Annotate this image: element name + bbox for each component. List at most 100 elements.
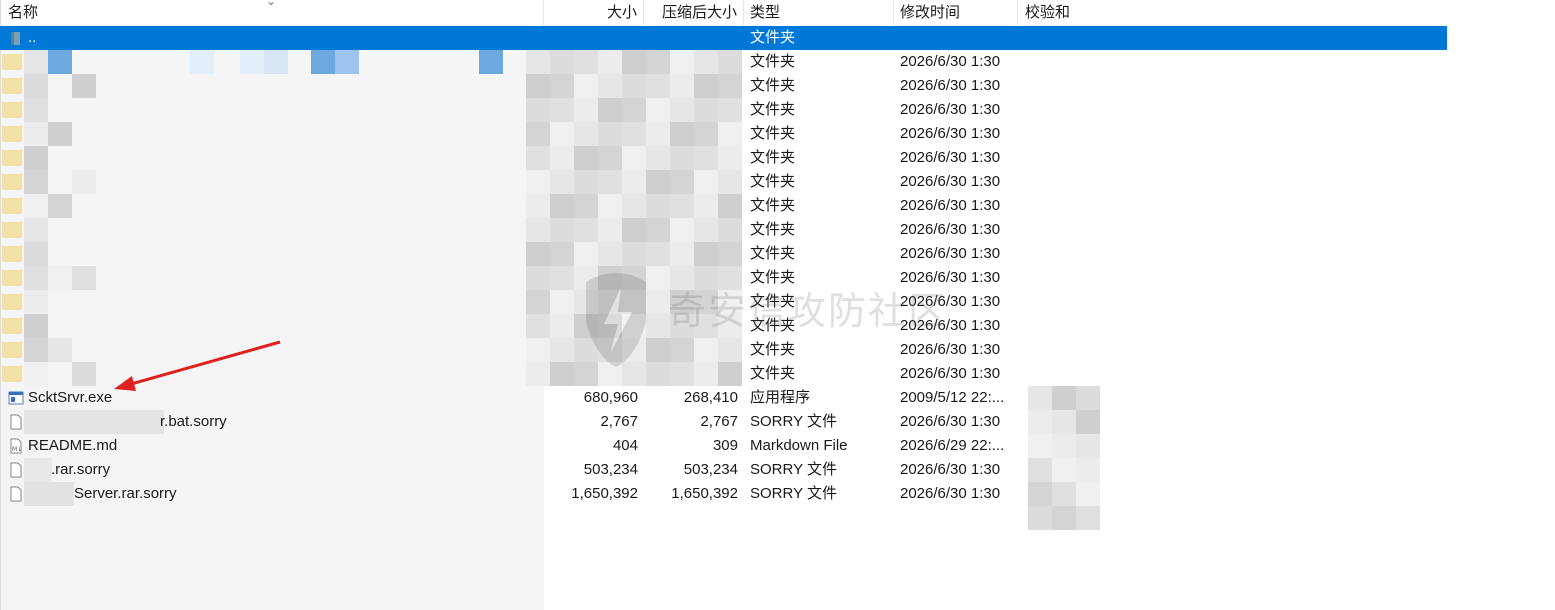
row-modified: 2026/6/30 1:30 [900, 221, 1001, 238]
redacted-pixel [24, 122, 48, 146]
redacted-pixel [598, 314, 622, 338]
redacted-pixel [72, 74, 96, 98]
redacted-pixel [718, 242, 742, 266]
redacted-pixel [311, 50, 335, 74]
folder-icon [2, 78, 22, 94]
redacted-pixel [622, 146, 646, 170]
redacted-pixel [622, 218, 646, 242]
redacted-pixel [622, 98, 646, 122]
header-size[interactable]: 大小 [544, 0, 644, 26]
file-row[interactable]: M↓ README.md 404 309 Markdown File 2026/6/29 … [0, 434, 1447, 458]
redacted-pixel [598, 266, 622, 290]
row-type: 文件夹 [750, 293, 796, 310]
redacted-pixel [718, 98, 742, 122]
redacted-pixel [718, 74, 742, 98]
redacted-pixel [526, 98, 550, 122]
sort-chevron-down-icon: ⌄ [266, 0, 277, 8]
redacted-pixel [526, 74, 550, 98]
redacted-pixel [574, 338, 598, 362]
redacted-pixel [598, 98, 622, 122]
header-packed-size[interactable]: 压缩后大小 [644, 0, 744, 26]
redacted-pixel [646, 50, 670, 74]
redacted-pixel [190, 50, 214, 74]
parent-directory-row[interactable]: .. 文件夹 [0, 26, 1447, 50]
redacted-pixel [718, 266, 742, 290]
redacted-pixel [694, 338, 718, 362]
redacted-pixel [598, 338, 622, 362]
redacted-pixel [670, 122, 694, 146]
redacted-pixel [622, 242, 646, 266]
redacted-pixel [526, 122, 550, 146]
redacted-pixel [598, 74, 622, 98]
redacted-pixel [670, 74, 694, 98]
redacted-pixel [24, 314, 48, 338]
file-icon [8, 486, 24, 502]
row-modified: 2026/6/30 1:30 [900, 293, 1001, 310]
redacted-pixel [670, 314, 694, 338]
row-modified: 2026/6/30 1:30 [900, 317, 1001, 334]
header-checksum[interactable]: 校验和 [1018, 0, 1447, 26]
redacted-pixel [694, 362, 718, 386]
redacted-pixel [718, 194, 742, 218]
file-row[interactable]: .rar.sorry 503,234 503,234 SORRY 文件 2026/6/3… [0, 458, 1447, 482]
row-packed-size: 268,410 [683, 389, 738, 406]
row-type: 应用程序 [750, 389, 811, 406]
row-modified: 2026/6/30 1:30 [900, 149, 1001, 166]
folder-icon [2, 222, 22, 238]
redacted-pixel [598, 50, 622, 74]
redacted-pixel [694, 314, 718, 338]
redacted-pixel [24, 50, 48, 74]
row-type: 文件夹 [750, 341, 796, 358]
redacted-pixel [24, 74, 48, 98]
header-modified[interactable]: 修改时间 [894, 0, 1018, 26]
redacted-pixel [646, 194, 670, 218]
redacted-pixel [598, 170, 622, 194]
redacted-pixel [550, 50, 574, 74]
redacted-pixel [646, 146, 670, 170]
redacted-pixel [598, 146, 622, 170]
redacted-pixel [574, 74, 598, 98]
redacted-pixel [24, 146, 48, 170]
redacted-pixel [574, 218, 598, 242]
row-modified: 2026/6/30 1:30 [900, 269, 1001, 286]
row-name: .rar.sorry [51, 461, 111, 478]
row-name: .. [28, 29, 37, 46]
row-name: Server.rar.sorry [74, 485, 177, 502]
file-row[interactable]: Server.rar.sorry 1,650,392 1,650,392 SORRY … [0, 482, 1447, 506]
redacted-pixel [598, 290, 622, 314]
row-modified: 2026/6/30 1:30 [900, 341, 1001, 358]
redacted-pixel [718, 170, 742, 194]
row-packed-size: 2,767 [700, 413, 738, 430]
redacted-pixel [694, 98, 718, 122]
row-packed-size: 503,234 [683, 461, 738, 478]
redacted-pixel [574, 266, 598, 290]
redacted-pixel [550, 218, 574, 242]
redacted-pixel [550, 170, 574, 194]
row-modified: 2026/6/30 1:30 [900, 485, 1001, 502]
redacted-pixel [670, 98, 694, 122]
redacted-pixel [646, 218, 670, 242]
header-type[interactable]: 类型 [744, 0, 894, 26]
redacted-pixel [598, 194, 622, 218]
redacted-pixel [622, 74, 646, 98]
redacted-pixel [670, 266, 694, 290]
redacted-pixel [526, 290, 550, 314]
row-type: 文件夹 [750, 53, 796, 70]
redacted-pixel [526, 194, 550, 218]
row-modified: 2026/6/29 22:... [900, 437, 1005, 454]
redacted-pixel [526, 50, 550, 74]
column-header: 名称 ⌄ 大小 压缩后大小 类型 修改时间 校验和 [0, 0, 1447, 26]
redacted-pixel [574, 242, 598, 266]
redacted-pixel [646, 98, 670, 122]
redacted-pixel [646, 242, 670, 266]
redacted-pixel [670, 338, 694, 362]
row-type: 文件夹 [750, 125, 796, 142]
redacted-pixel [670, 218, 694, 242]
folder-up-icon [11, 32, 20, 45]
row-size: 680,960 [583, 389, 638, 406]
redacted-pixel [646, 338, 670, 362]
file-row[interactable]: r.bat.sorry 2,767 2,767 SORRY 文件 2026/6/30 1… [0, 410, 1447, 434]
redacted-pixel [24, 194, 48, 218]
redacted-pixel [550, 122, 574, 146]
redacted-pixel [670, 170, 694, 194]
